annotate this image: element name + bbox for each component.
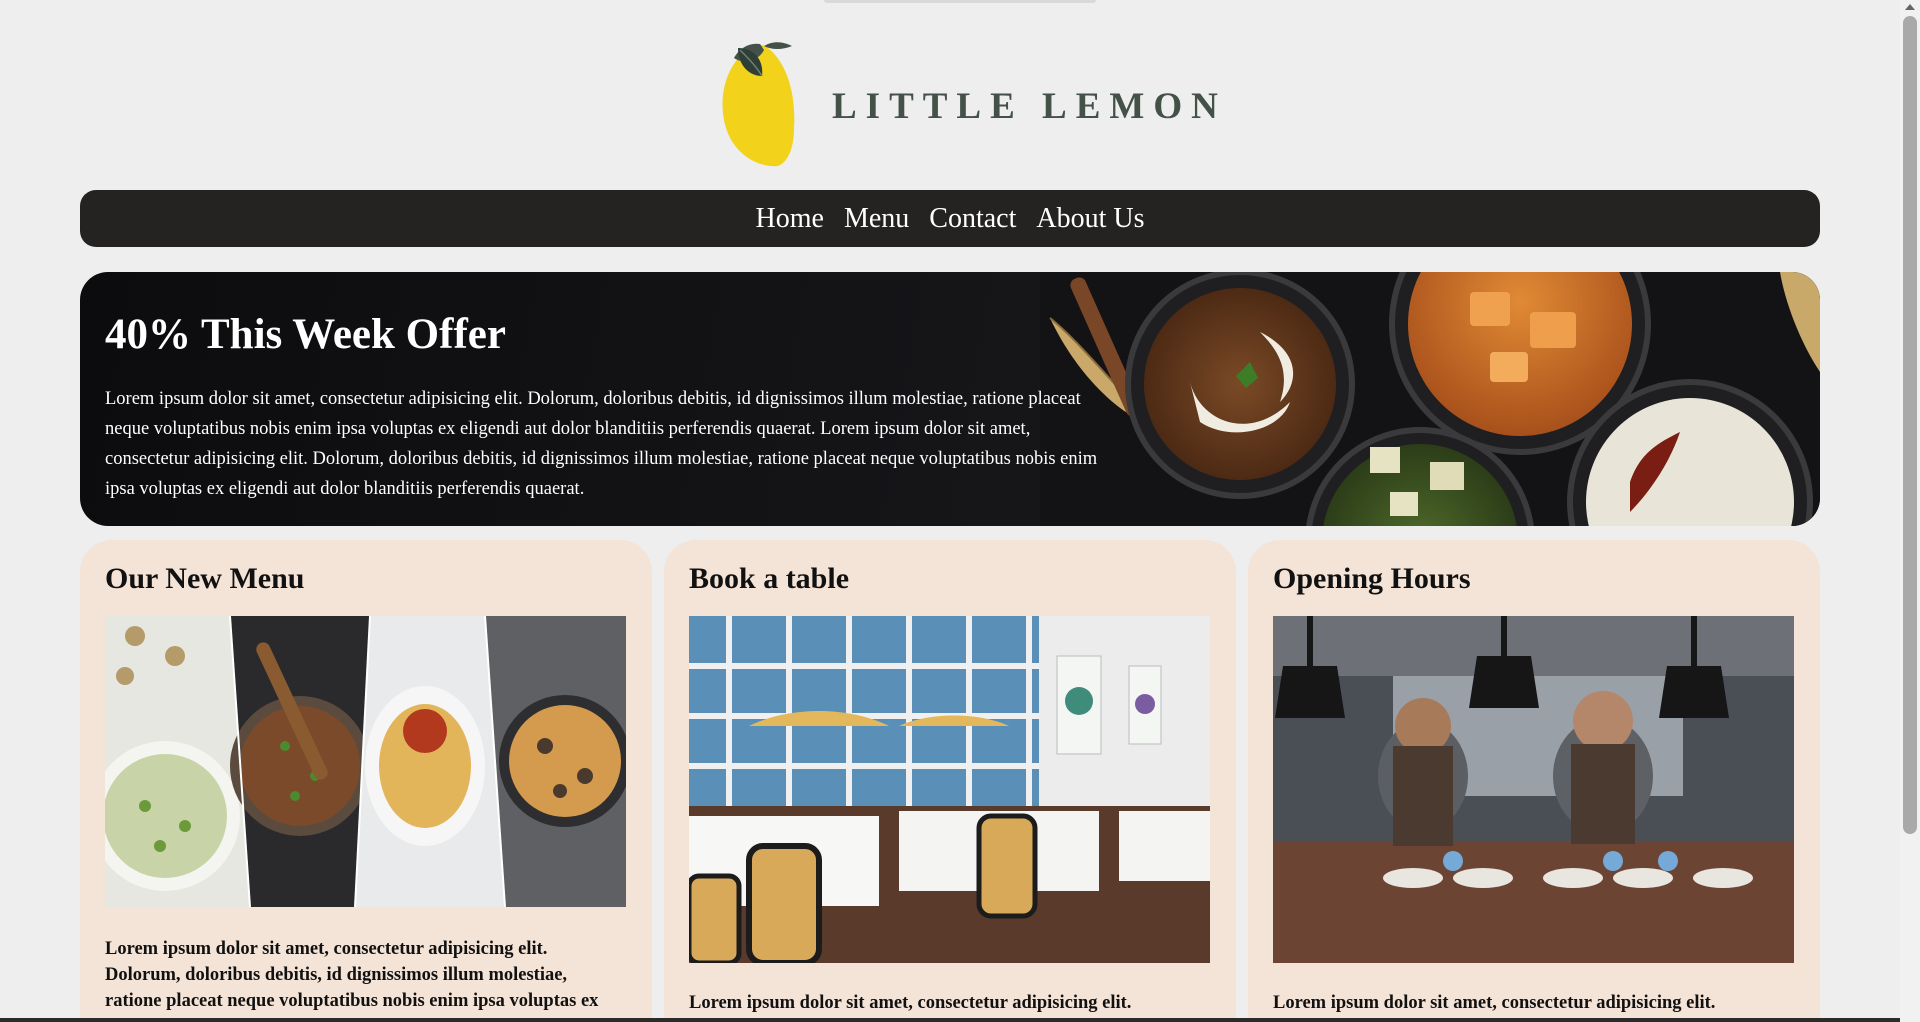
card-text: Lorem ipsum dolor sit amet, consectetur … <box>1273 993 1716 1013</box>
kitchen-chefs-image <box>1273 616 1794 963</box>
card-text: Lorem ipsum dolor sit amet, consectetur … <box>689 993 1132 1013</box>
nav-home[interactable]: Home <box>756 203 824 235</box>
offer-title: 40% This Week Offer <box>105 311 506 358</box>
restaurant-interior-image <box>689 616 1210 963</box>
card-opening-hours: Opening Hours Lorem ipsum dolor sit amet… <box>1248 540 1820 1022</box>
brand-name: LITTLE LEMON <box>832 85 1227 127</box>
nav-about-us[interactable]: About Us <box>1036 203 1144 235</box>
top-tab <box>824 0 1096 3</box>
pasta-collage-image <box>105 616 626 907</box>
card-title: Our New Menu <box>105 562 305 595</box>
card-title: Opening Hours <box>1273 562 1471 595</box>
viewport-bottom-edge <box>0 1018 1900 1022</box>
scroll-up-icon[interactable] <box>1905 4 1915 10</box>
nav-contact[interactable]: Contact <box>929 203 1016 235</box>
lemon-logo-icon <box>722 42 795 167</box>
scrollbar-thumb[interactable] <box>1903 16 1917 834</box>
brand-logo[interactable]: LITTLE LEMON <box>718 36 1218 170</box>
page-scrollbar[interactable] <box>1900 0 1920 1022</box>
card-text: Lorem ipsum dolor sit amet, consectetur … <box>105 939 599 1022</box>
card-title: Book a table <box>689 562 850 595</box>
offer-description: Lorem ipsum dolor sit amet, consectetur … <box>105 389 1098 499</box>
offer-banner: 40% This Week Offer Lorem ipsum dolor si… <box>80 272 1820 526</box>
main-nav: Home Menu Contact About Us <box>80 190 1820 247</box>
card-new-menu: Our New Menu Lorem ipsum dolor sit amet,… <box>80 540 652 1022</box>
indian-dishes-image <box>1040 272 1820 526</box>
card-book-table: Book a table Lorem ipsum dolor sit amet,… <box>664 540 1236 1022</box>
nav-menu[interactable]: Menu <box>844 203 909 235</box>
